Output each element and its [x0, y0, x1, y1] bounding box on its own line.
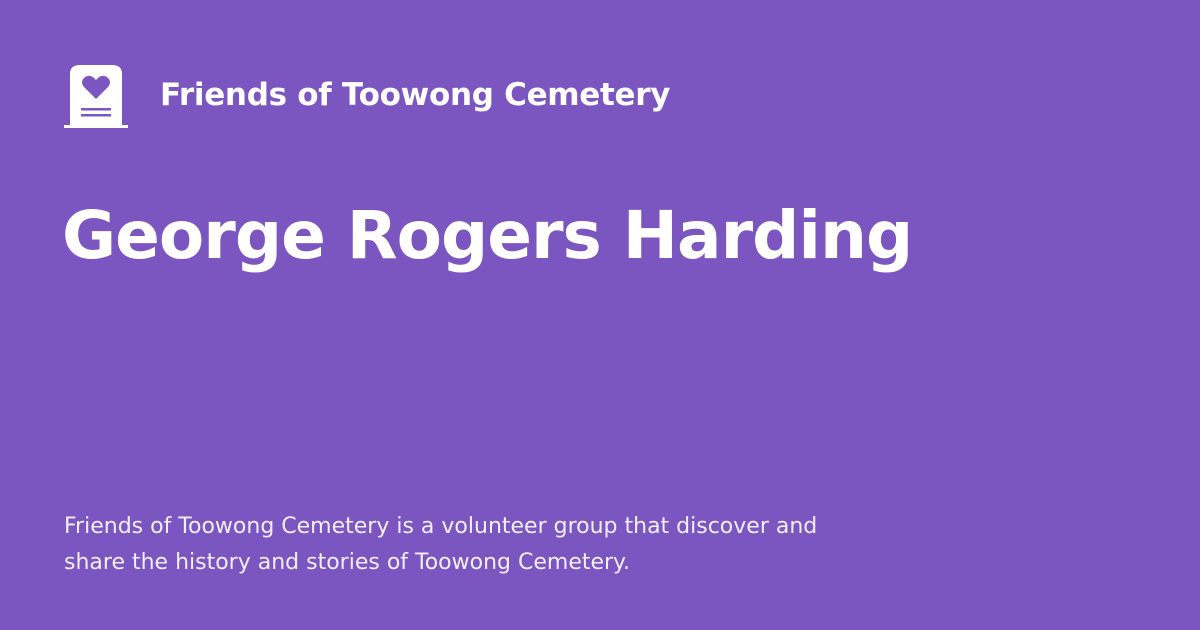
tombstone-heart-icon — [64, 64, 128, 128]
site-name: Friends of Toowong Cemetery — [160, 77, 671, 113]
page-title: George Rogers Harding — [62, 197, 913, 274]
social-share-card: Friends of Toowong Cemetery George Roger… — [0, 0, 1200, 630]
site-description: Friends of Toowong Cemetery is a volunte… — [64, 514, 818, 575]
